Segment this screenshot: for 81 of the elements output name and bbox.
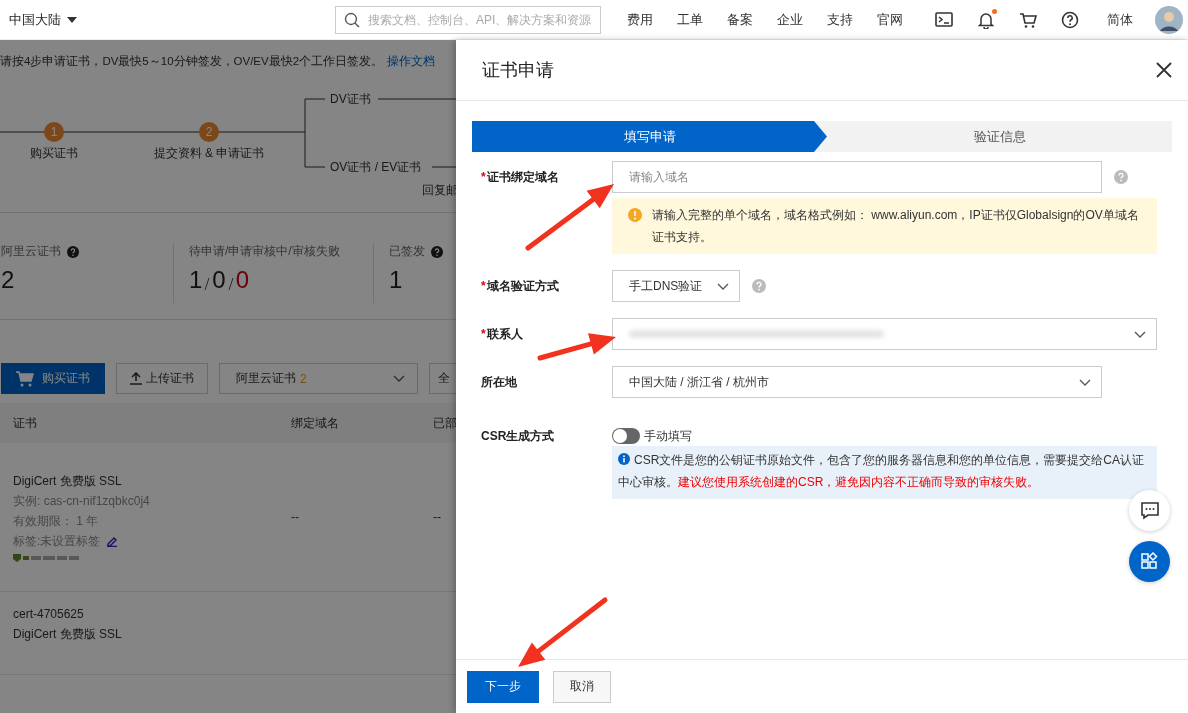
field-label: 域名验证方式: [486, 279, 559, 293]
cert-info-text: DigiCert 免费版 SSL: [13, 473, 122, 490]
table-cell-text: --: [291, 510, 300, 524]
drawer-title: 证书申请: [482, 59, 554, 82]
step-number: 2: [199, 122, 219, 142]
select-dropdown[interactable]: 手工DNS验证: [612, 270, 740, 302]
language-link[interactable]: 简体: [1095, 10, 1145, 29]
chevron-down-icon: [393, 375, 405, 382]
slash-divider: [227, 278, 234, 290]
branch-label: OV证书 / EV证书: [330, 159, 422, 176]
domain-input-field[interactable]: 请输入域名: [612, 161, 1102, 193]
toggle-label: 手动填写: [644, 427, 692, 445]
step-label: 购买证书: [29, 145, 79, 162]
search-field[interactable]: 搜索文档、控制台、API、解决方案和资源: [335, 5, 601, 34]
toggle-switch[interactable]: [612, 428, 640, 444]
required-mark: *: [481, 279, 486, 293]
chat-icon: [1139, 500, 1160, 521]
nav-link[interactable]: 企业: [765, 10, 815, 29]
apps-icon: [1139, 551, 1160, 572]
nav-link[interactable]: 官网: [865, 10, 915, 29]
column-header: 已部: [433, 414, 458, 432]
slash-divider: [204, 278, 211, 290]
next-button[interactable]: 下一步: [467, 670, 539, 703]
avatar[interactable]: [1155, 5, 1183, 34]
step-label: 提交资料 & 申请证书: [152, 145, 266, 162]
warning-icon: [628, 208, 642, 222]
stat-value: 0: [235, 266, 250, 294]
region-selector[interactable]: 中国大陆: [9, 10, 325, 29]
bell-icon[interactable]: [977, 10, 995, 29]
upload-icon: [130, 372, 142, 385]
stat-label: 阿里云证书: [1, 243, 61, 260]
caret-icon: [67, 16, 77, 23]
close-icon[interactable]: [1156, 62, 1172, 78]
step-number: 1: [44, 122, 64, 142]
info-icon: [618, 453, 630, 465]
stat-value: 1: [389, 266, 403, 294]
table-cell-text: --: [433, 510, 442, 524]
field-label: 所在地: [481, 375, 517, 389]
pencil-icon[interactable]: [106, 535, 119, 547]
field-label: CSR生成方式: [481, 429, 555, 443]
help-icon[interactable]: [1061, 10, 1079, 29]
terminal-icon[interactable]: [935, 10, 953, 29]
filter-dropdown[interactable]: 阿里云证书 2: [219, 363, 418, 394]
cert-info-text: 有效期限： 1 年: [13, 513, 99, 530]
nav-link[interactable]: 工单: [665, 10, 715, 29]
step-tab[interactable]: 填写申请: [472, 121, 827, 152]
required-mark: *: [481, 170, 486, 184]
warning-message: 请输入完整的单个域名，域名格式例如： www.aliyun.com，IP证书仅Globalsign的OV单域名证书支持。: [652, 207, 1139, 246]
nav-link[interactable]: 费用: [615, 10, 665, 29]
field-label: 证书绑定域名: [486, 170, 559, 184]
column-header: 绑定域名: [291, 414, 340, 432]
floating-button[interactable]: [1129, 490, 1170, 531]
floating-button[interactable]: [1129, 541, 1170, 582]
cert-info-text: cert-4705625: [13, 606, 84, 623]
chevron-down-icon: [1134, 330, 1146, 338]
buy-button[interactable]: 购买证书: [1, 363, 105, 394]
nav-link[interactable]: 支持: [815, 10, 865, 29]
stat-label: 已签发: [389, 243, 425, 260]
search-icon: [344, 11, 360, 28]
stat-value: 0: [212, 266, 226, 294]
field-label: 联系人: [486, 327, 523, 341]
upload-button[interactable]: 上传证书: [116, 363, 208, 394]
info-message: CSR文件是您的公钥证书原始文件，包含了您的服务器信息和您的单位信息，需要提交给CA认证中心审核。建议您使用系统创建的CSR，避免因内容不正确而导致的审核失败。: [612, 446, 1157, 499]
chevron-down-icon: [717, 282, 729, 290]
cancel-button[interactable]: 取消: [553, 670, 611, 703]
cert-info-text: DigiCert 免费版 SSL: [13, 626, 122, 643]
nav-link[interactable]: 备案: [715, 10, 765, 29]
stat-value: 2: [1, 266, 15, 294]
cart-icon: [16, 370, 34, 387]
branch-label: DV证书: [330, 91, 371, 108]
step-tab[interactable]: 验证信息: [827, 121, 1172, 152]
chevron-down-icon: [1079, 378, 1091, 386]
doc-link[interactable]: 操作文档: [387, 54, 436, 69]
column-header: 证书: [12, 414, 38, 432]
stat-label: 待申请/申请审核中/审核失败: [189, 243, 340, 260]
notice-text: 请按4步申请证书，DV最快5～10分钟签发，OV/EV最快2个工作日签发。: [0, 54, 384, 69]
stat-value: 1: [189, 266, 203, 294]
select-dropdown[interactable]: 中国大陆 / 浙江省 / 杭州市: [612, 366, 1102, 398]
cart-icon[interactable]: [1019, 10, 1037, 29]
cert-info-text: 实例: cas-cn-nif1zqbkc0j4: [13, 493, 150, 510]
required-mark: *: [481, 327, 486, 341]
